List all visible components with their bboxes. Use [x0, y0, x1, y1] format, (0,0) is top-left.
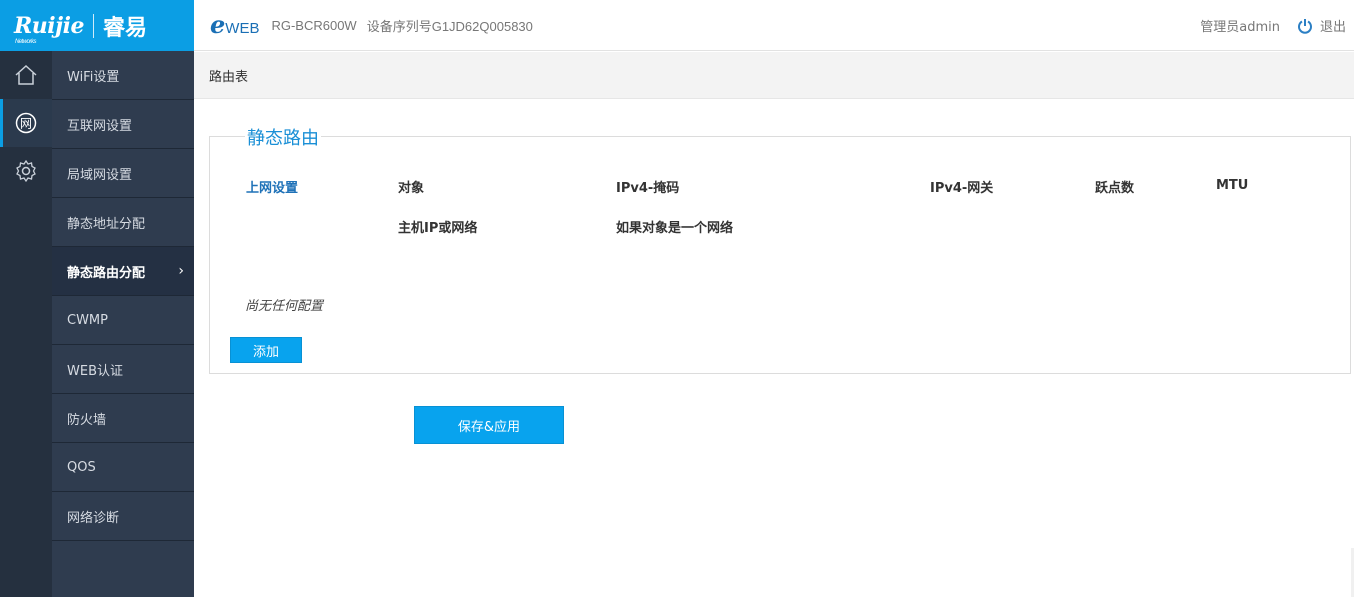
column-header-target: 对象	[398, 181, 425, 196]
chevron-right-icon: ›	[178, 263, 184, 279]
logout-link[interactable]: 退出	[1320, 16, 1346, 35]
menu-item-label: 互联网设置	[67, 118, 133, 134]
menu-item-label: 静态地址分配	[67, 216, 146, 232]
menu-item-static-address[interactable]: 静态地址分配	[52, 198, 194, 247]
logo-divider	[92, 13, 94, 38]
brand-logo: Ruijie Networks 睿易	[0, 0, 194, 51]
column-header-gateway: IPv4-网关	[930, 181, 994, 196]
power-icon[interactable]	[1296, 17, 1314, 35]
menu-item-label: CWMP	[67, 312, 108, 328]
breadcrumb: 路由表	[194, 52, 1354, 99]
menu-item-label: 网络诊断	[67, 510, 120, 526]
save-apply-button[interactable]: 保存&应用	[414, 406, 564, 444]
column-header-metric: 跃点数	[1095, 181, 1135, 196]
gear-icon[interactable]	[0, 147, 52, 195]
menu-item-label: WiFi设置	[67, 69, 120, 85]
static-route-panel	[209, 136, 1351, 374]
column-header-interface[interactable]: 上网设置	[246, 177, 298, 196]
menu-item-diagnostics[interactable]: 网络诊断	[52, 492, 194, 541]
menu-item-lan[interactable]: 局域网设置	[52, 149, 194, 198]
add-button[interactable]: 添加	[230, 337, 302, 363]
user-area: 管理员admin 退出	[1200, 0, 1346, 51]
column-subheader-mask: 如果对象是一个网络	[616, 221, 734, 236]
admin-user[interactable]: 管理员admin	[1200, 16, 1280, 35]
eweb-logo-e: e	[210, 10, 226, 39]
main-menu: WiFi设置 互联网设置 局域网设置 静态地址分配 静态路由分配 › CWMP W…	[52, 51, 194, 597]
eweb-logo-text: WEB	[225, 20, 260, 37]
menu-item-cwmp[interactable]: CWMP	[52, 296, 194, 345]
menu-item-qos[interactable]: QOS	[52, 443, 194, 492]
menu-item-static-route[interactable]: 静态路由分配 ›	[52, 247, 194, 296]
breadcrumb-label: 路由表	[209, 69, 249, 85]
brand-subtitle: Networks	[15, 38, 37, 45]
network-icon-glyph: 网	[20, 117, 32, 131]
brand-chinese-name: 睿易	[102, 15, 147, 41]
menu-item-wifi[interactable]: WiFi设置	[52, 51, 194, 100]
menu-item-label: 局域网设置	[67, 167, 133, 183]
section-title: 静态路由	[245, 124, 321, 150]
menu-item-label: QOS	[67, 459, 96, 475]
column-header-mask: IPv4-掩码	[616, 181, 680, 196]
icon-sidebar: 网	[0, 51, 52, 597]
home-icon[interactable]	[0, 51, 52, 99]
menu-item-label: 静态路由分配	[67, 265, 146, 281]
menu-item-label: 防火墙	[67, 412, 107, 428]
empty-state-text: 尚无任何配置	[245, 299, 324, 314]
column-subheader-target: 主机IP或网络	[398, 221, 478, 236]
device-model: RG-BCR600W	[271, 17, 357, 33]
column-header-mtu: MTU	[1216, 178, 1249, 193]
brand-name: Ruijie Networks	[14, 12, 84, 45]
device-serial: 设备序列号G1JD62Q005830	[366, 18, 533, 34]
menu-item-firewall[interactable]: 防火墙	[52, 394, 194, 443]
menu-item-internet[interactable]: 互联网设置	[52, 100, 194, 149]
menu-item-label: WEB认证	[67, 363, 123, 379]
network-icon[interactable]: 网	[0, 99, 52, 147]
eweb-logo: e WEB	[210, 10, 260, 39]
top-header: e WEB RG-BCR600W 设备序列号G1JD62Q005830 管理员ad…	[194, 0, 1354, 51]
menu-item-web-auth[interactable]: WEB认证	[52, 345, 194, 394]
